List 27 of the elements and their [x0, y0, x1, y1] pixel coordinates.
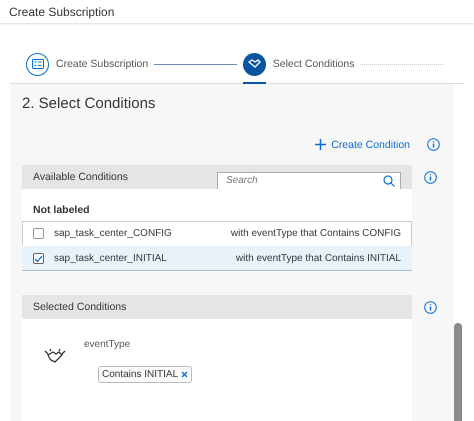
field-label: eventType — [84, 339, 132, 350]
panel-title: Selected Conditions — [33, 301, 126, 313]
wizard-step[interactable]: Select Conditions — [242, 45, 354, 83]
condition-name: sap_task_center_CONFIG — [54, 228, 173, 239]
info-icon[interactable] — [424, 301, 437, 314]
condition-row[interactable]: sap_task_center_CONFIG with eventType that Contains CONFIG — [22, 221, 412, 246]
search-field[interactable]: Search — [217, 172, 401, 188]
condition-row[interactable]: sap_task_center_INITIAL with eventType that Contains INITIAL — [22, 246, 412, 271]
condition-description: with eventType that Contains INITIAL — [236, 253, 401, 264]
close-icon[interactable] — [181, 371, 188, 378]
scrollbar-thumb[interactable] — [454, 323, 462, 421]
create-condition-link[interactable]: Create Condition — [315, 138, 410, 150]
condition-description: with eventType that Contains CONFIG — [230, 228, 401, 239]
form-icon — [32, 59, 44, 69]
info-icon[interactable] — [424, 171, 437, 184]
checkbox[interactable] — [33, 253, 44, 264]
condition-token[interactable]: Contains INITIAL — [98, 366, 192, 383]
info-icon[interactable] — [427, 138, 440, 151]
wizard-step[interactable]: Create Subscription — [26, 45, 148, 83]
group-label: Not labeled — [32, 204, 91, 216]
plus-icon — [315, 139, 326, 150]
panel-title: Available Conditions — [33, 171, 128, 183]
section-heading: 2. Select Conditions — [22, 95, 156, 112]
search-icon — [383, 174, 395, 186]
condition-name: sap_task_center_INITIAL — [54, 253, 168, 264]
checkbox[interactable] — [33, 228, 44, 239]
window-title: Create Subscription — [9, 4, 114, 18]
